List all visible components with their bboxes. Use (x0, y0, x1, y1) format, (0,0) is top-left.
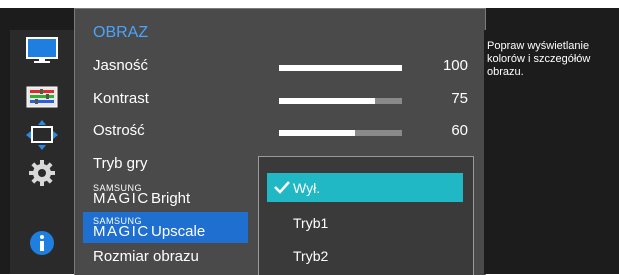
option-label: Tryb2 (293, 248, 329, 264)
settings-gear-icon[interactable] (10, 156, 74, 190)
brand-big-text: MAGIC (93, 223, 150, 240)
menu-item-label: Rozmiar obrazu (93, 248, 199, 265)
picture-icon[interactable] (10, 34, 74, 68)
osd-frame: OBRAZ Jasność 100 Kontrast 75 Ostrość 60… (0, 0, 619, 275)
menu-item-label: Ostrość (93, 122, 145, 139)
contrast-slider[interactable] (279, 98, 402, 104)
menu-item-value: 100 (442, 57, 468, 74)
info-icon[interactable] (10, 226, 74, 260)
brand-big-text: MAGIC (93, 190, 150, 207)
option-label: Tryb1 (293, 215, 329, 231)
upscale-options-dropdown: Wył. Tryb1 Tryb2 (258, 156, 474, 275)
menu-item-label: Kontrast (93, 90, 149, 107)
menu-item-sharpness[interactable]: Ostrość 60 (83, 116, 478, 147)
checkmark-icon (273, 179, 291, 198)
slider-fill (279, 98, 375, 104)
menu-item-label: Jasność (93, 57, 149, 74)
menu-item-value: 75 (451, 90, 468, 107)
option-off[interactable]: Wył. (267, 173, 463, 202)
description-panel: Popraw wyświetlanie kolorów i szczegółów… (484, 30, 619, 274)
slider-fill (279, 65, 402, 71)
menu-item-label: Upscale (151, 223, 206, 240)
color-icon[interactable] (10, 80, 74, 114)
menu-item-value: 60 (451, 122, 468, 139)
menu-item-magic-upscale[interactable]: SAMSUNG MAGIC Upscale (83, 212, 248, 243)
menu-item-brightness[interactable]: Jasność 100 (83, 51, 478, 82)
picture-menu-panel: OBRAZ Jasność 100 Kontrast 75 Ostrość 60… (74, 8, 486, 275)
category-icon-column (10, 30, 74, 274)
option-mode1[interactable]: Tryb1 (267, 208, 463, 237)
option-label: Wył. (293, 180, 321, 196)
slider-fill (279, 130, 356, 136)
menu-title: OBRAZ (93, 24, 149, 41)
menu-item-contrast[interactable]: Kontrast 75 (83, 84, 478, 115)
sharpness-slider[interactable] (279, 130, 402, 136)
size-position-icon[interactable] (10, 118, 74, 152)
brightness-slider[interactable] (279, 65, 402, 71)
menu-item-label: Bright (151, 190, 191, 207)
menu-item-label: Tryb gry (93, 155, 148, 172)
option-mode2[interactable]: Tryb2 (267, 241, 463, 270)
description-text: Popraw wyświetlanie kolorów i szczegółów… (487, 40, 591, 78)
